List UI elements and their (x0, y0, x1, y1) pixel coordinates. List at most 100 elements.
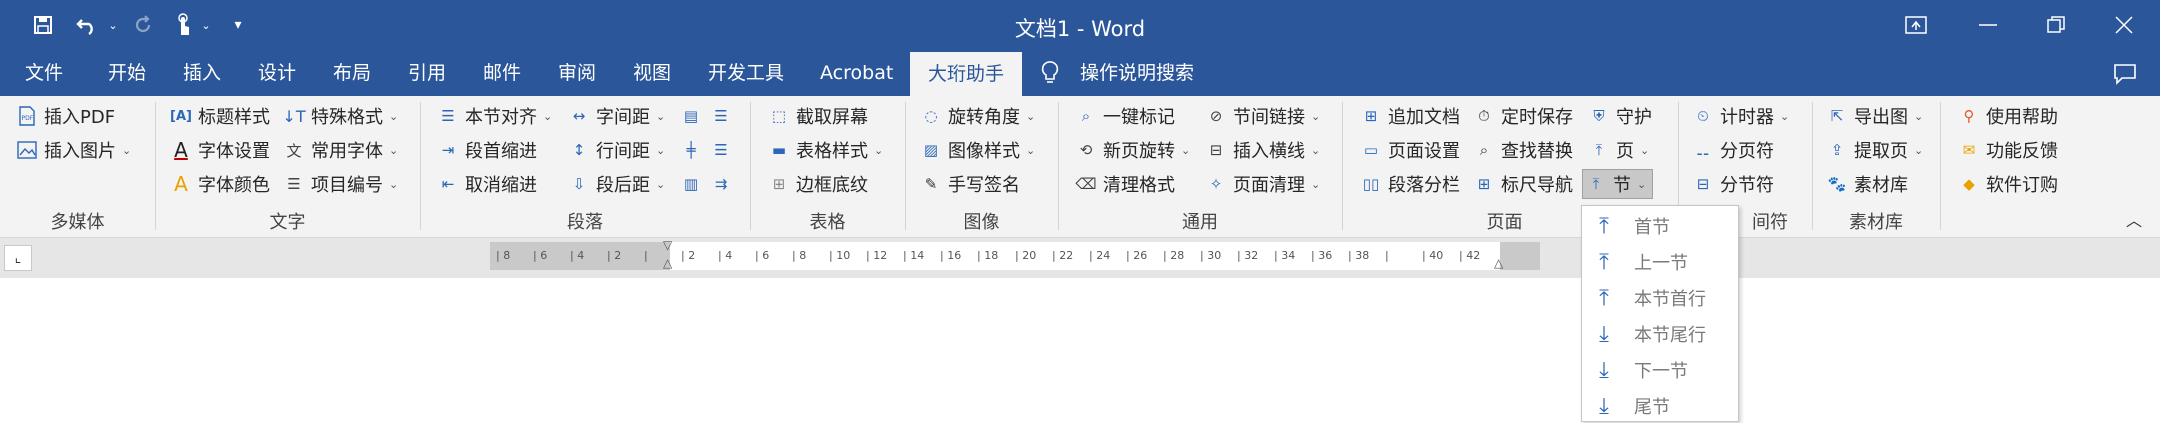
auto-save-button[interactable]: ⏱ 定时保存 (1473, 101, 1573, 131)
chevron-down-icon: ⌄ (656, 143, 666, 157)
close-icon[interactable] (2094, 8, 2154, 42)
ruler-tick-label: | 4 (570, 249, 585, 262)
insert-image-button[interactable]: 插入图片 ⌄ (16, 135, 131, 165)
page-break-button[interactable]: ⚋ 分页符 (1692, 135, 1774, 165)
page-setup-button[interactable]: ▭ 页面设置 (1360, 135, 1460, 165)
border-shading-button[interactable]: ⊞ 边框底纹 (768, 169, 868, 199)
minimize-icon[interactable] (1958, 8, 2018, 42)
timer-button[interactable]: ⏲ 计时器 ⌄ (1692, 101, 1789, 131)
special-format-button[interactable]: ↓T 特殊格式 ⌄ (282, 101, 398, 131)
tab-layout[interactable]: 布局 (333, 50, 371, 96)
feedback-button[interactable]: ✉ 功能反馈 (1958, 135, 2058, 165)
guard-button[interactable]: ⛨ 守护 (1588, 101, 1652, 131)
tell-me-search[interactable]: 操作说明搜索 (1080, 50, 1194, 96)
section-link-button[interactable]: ⊘ 节间链接 ⌄ (1205, 101, 1321, 131)
append-document-button[interactable]: ⊞ 追加文档 (1360, 101, 1460, 131)
clear-format-button[interactable]: ⌫ 清理格式 (1075, 169, 1175, 199)
material-library-button[interactable]: 🐾 素材库 (1826, 169, 1908, 199)
search-icon: ⌕ (1479, 141, 1489, 159)
tab-developer[interactable]: 开发工具 (708, 50, 784, 96)
help-button[interactable]: ⚲ 使用帮助 (1958, 101, 2059, 131)
ribbon-display-icon[interactable] (1886, 8, 1946, 42)
tab-view[interactable]: 视图 (633, 50, 671, 96)
font-color-button[interactable]: A 字体颜色 (170, 169, 270, 199)
dropdown-item-next-section[interactable]: ⤓ 下一节 (1582, 353, 1738, 387)
align-left-icon[interactable]: ▤ (680, 101, 702, 131)
chevron-down-icon: ⌄ (874, 143, 884, 157)
tab-dahang-assistant[interactable]: 大珩助手 (910, 52, 1023, 96)
insert-pdf-button[interactable]: PDF 插入PDF (16, 101, 115, 131)
chevron-down-icon: ⌄ (1914, 109, 1924, 123)
line-spacing-icon: ↕ (572, 141, 586, 159)
section-break-button[interactable]: ⊟ 分节符 (1692, 169, 1774, 199)
tab-file[interactable]: 文件 (25, 50, 63, 96)
rotate-angle-button[interactable]: ◌ 旋转角度 ⌄ (920, 101, 1035, 131)
tab-acrobat[interactable]: Acrobat (820, 50, 893, 96)
align-center-icon[interactable]: ╪ (680, 135, 702, 165)
screenshot-button[interactable]: ⬚ 截取屏幕 (768, 101, 868, 131)
section-align-button[interactable]: ☰ 本节对齐 ⌄ (437, 101, 552, 131)
ruler-tick-label: | (644, 249, 648, 262)
cancel-indent-button[interactable]: ⇤ 取消缩进 (437, 169, 537, 199)
collapse-ribbon-icon[interactable]: ︿ (2126, 204, 2142, 234)
find-replace-button[interactable]: ⌕ 查找替换 (1473, 135, 1573, 165)
chevron-down-icon: ⌄ (1026, 143, 1036, 157)
paw-icon: 🐾 (1827, 175, 1847, 193)
align-distribute-icon[interactable]: ☰ (710, 135, 732, 165)
restore-icon[interactable] (2026, 8, 2086, 42)
ruler-tick-label: | 42 (1459, 249, 1481, 262)
page-clean-button[interactable]: ✧ 页面清理 ⌄ (1205, 169, 1321, 199)
one-click-mark-button[interactable]: ⌕ 一键标记 (1075, 101, 1175, 131)
dropdown-item-first-section[interactable]: ⤒ 首节 (1582, 209, 1738, 243)
heading-style-button[interactable]: [A] 标题样式 (170, 101, 270, 131)
align-mixed-icon[interactable]: ⇉ (710, 169, 732, 199)
ribbon: PDF 插入PDF 插入图片 ⌄ 多媒体 [A] 标题样式 A 字体设置 A 字… (0, 96, 2160, 238)
handwritten-signature-button[interactable]: ✎ 手写签名 (920, 169, 1020, 199)
section-nav-button[interactable]: ⤒ 节 ⌄ (1582, 169, 1654, 199)
export-image-button[interactable]: ⇱ 导出图 ⌄ (1826, 101, 1924, 131)
tab-stop-selector[interactable]: ⌞ (4, 245, 32, 271)
dropdown-item-prev-section[interactable]: ⤒ 上一节 (1582, 245, 1738, 279)
image-style-button[interactable]: ▨ 图像样式 ⌄ (920, 135, 1035, 165)
tab-insert[interactable]: 插入 (183, 50, 221, 96)
dropdown-item-last-section[interactable]: ⤓ 尾节 (1582, 389, 1738, 423)
list-numbering-button[interactable]: ☰ 项目编号 ⌄ (283, 169, 398, 199)
arrow-to-bottom-icon: ⤓ (1599, 393, 1609, 419)
subscribe-button[interactable]: ◆ 软件订购 (1958, 169, 2058, 199)
tab-review[interactable]: 审阅 (558, 50, 596, 96)
extract-page-button[interactable]: ⇪ 提取页 ⌄ (1826, 135, 1924, 165)
right-indent-marker[interactable]: △ (1494, 256, 1503, 270)
ruler-nav-button[interactable]: ⊞ 标尺导航 (1473, 169, 1573, 199)
align-justify-icon[interactable]: ☰ (710, 101, 732, 131)
chevron-down-icon: ⌄ (656, 109, 666, 123)
document-canvas[interactable] (0, 278, 2160, 423)
first-line-indent-marker[interactable]: ▽ (663, 238, 672, 252)
space-after-button[interactable]: ⇩ 段后距 ⌄ (568, 169, 666, 199)
line-spacing-button[interactable]: ↕ 行间距 ⌄ (568, 135, 666, 165)
dropdown-item-section-last-line[interactable]: ⤓ 本节尾行 (1582, 317, 1738, 351)
ruler-tick-label: | 16 (940, 249, 962, 262)
ruler-tick-label: | 34 (1274, 249, 1296, 262)
insert-line-button[interactable]: ⊟ 插入横线 ⌄ (1205, 135, 1321, 165)
page-nav-button[interactable]: ⤒ 页 ⌄ (1588, 135, 1650, 165)
align-right-icon[interactable]: ▥ (680, 169, 702, 199)
table-style-icon: ▬ (771, 141, 787, 159)
hanging-indent-marker[interactable]: △ (663, 256, 672, 270)
dropdown-item-section-first-line[interactable]: ⤒ 本节首行 (1582, 281, 1738, 315)
char-spacing-button[interactable]: ↔ 字间距 ⌄ (568, 101, 666, 131)
first-line-indent-button[interactable]: ⇥ 段首缩进 (437, 135, 537, 165)
tab-references[interactable]: 引用 (408, 50, 446, 96)
tab-home[interactable]: 开始 (108, 50, 146, 96)
table-style-button[interactable]: ▬ 表格样式 ⌄ (768, 135, 883, 165)
chevron-down-icon: ⌄ (1914, 143, 1924, 157)
comments-icon[interactable] (2113, 50, 2137, 96)
font-settings-button[interactable]: A 字体设置 (170, 135, 270, 165)
tab-design[interactable]: 设计 (258, 50, 296, 96)
tab-mailings[interactable]: 邮件 (483, 50, 521, 96)
horizontal-ruler[interactable]: | 8 | 6 | 4 | 2 | | 2 | 4 | 6 | 8 | 10 | 12 | 14 | … (490, 238, 1540, 270)
new-page-rotate-button[interactable]: ⟲ 新页旋转 ⌄ (1075, 135, 1191, 165)
outdent-icon: ⇤ (441, 175, 455, 193)
columns-button[interactable]: ▯▯ 段落分栏 (1360, 169, 1460, 199)
chevron-down-icon: ⌄ (656, 177, 666, 191)
common-fonts-button[interactable]: 文 常用字体 ⌄ (283, 135, 398, 165)
